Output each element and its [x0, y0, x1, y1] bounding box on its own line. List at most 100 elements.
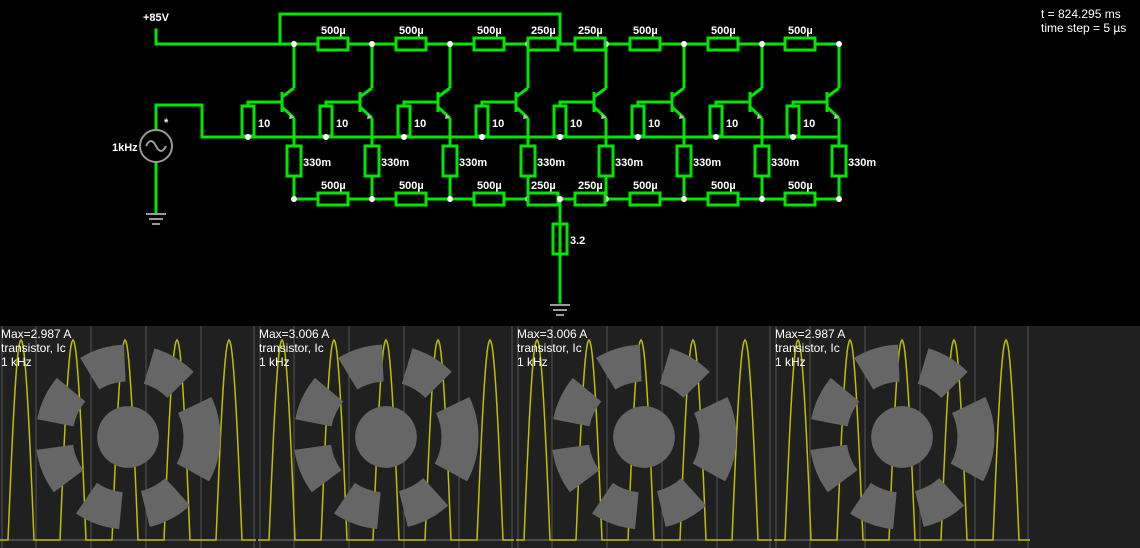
stage-8: 10 330m — [785, 41, 876, 202]
emitter-bus-resistor[interactable] — [706, 191, 740, 207]
gear-icon[interactable] — [516, 326, 772, 548]
scope-panel: Max=2.987 Atransistor, Ic 1 kHz Max=3.006 … — [0, 326, 1140, 548]
emitter-bus-resistor-label: 250µ — [578, 180, 603, 192]
node — [759, 196, 765, 202]
base-resistor[interactable] — [318, 104, 334, 138]
node — [713, 134, 719, 140]
emitter-bus-resistor[interactable] — [472, 191, 506, 207]
emitter-resistor-label: 330m — [381, 157, 409, 169]
base-resistor[interactable] — [552, 104, 568, 138]
emitter-resistor[interactable] — [519, 144, 537, 178]
transistor[interactable] — [670, 86, 686, 120]
transistor[interactable] — [592, 86, 608, 120]
transistor[interactable] — [436, 86, 452, 120]
base-resistor-label: 10 — [570, 118, 582, 130]
emitter-bus-resistor[interactable] — [573, 191, 607, 207]
collector-resistor-label: 250µ — [578, 25, 603, 37]
emitter-resistor[interactable] — [285, 144, 303, 178]
base-resistor-label: 10 — [414, 118, 426, 130]
node — [836, 196, 842, 202]
emitter-resistor[interactable] — [441, 144, 459, 178]
scope-2[interactable]: Max=3.006 Atransistor, Ic 1 kHz — [258, 326, 514, 548]
stage-1: 10 330m — [240, 41, 331, 202]
collector-resistor-label: 500µ — [711, 25, 736, 37]
transistor[interactable] — [825, 86, 841, 120]
node — [635, 134, 641, 140]
emitter-bus-resistor-label: 500µ — [399, 180, 424, 192]
emitter-bus-resistor-label: 500µ — [711, 180, 736, 192]
gear-icon[interactable] — [774, 326, 1030, 548]
collector-resistor[interactable] — [316, 36, 350, 52]
gear-icon[interactable] — [0, 326, 256, 548]
stage-3: 10 330m — [396, 41, 487, 202]
load-resistor-label: 3.2 — [570, 235, 585, 247]
emitter-resistor-label: 330m — [693, 157, 721, 169]
node — [369, 41, 375, 47]
collector-resistor-label: 500µ — [633, 25, 658, 37]
emitter-resistor-label: 330m — [459, 157, 487, 169]
scope-3[interactable]: Max=3.006 Atransistor, Ic 1 kHz — [516, 326, 772, 548]
emitter-bus-resistor[interactable] — [526, 191, 560, 207]
node — [323, 134, 329, 140]
circuit-canvas[interactable]: 10 330m 10 330m 10 330m 10 330m 10 330m 10 330m 10 33… — [0, 0, 1140, 326]
node — [401, 134, 407, 140]
emitter-resistor[interactable] — [675, 144, 693, 178]
node — [291, 41, 297, 47]
simulation-info: t = 824.295 ms time step = 5 µs — [1041, 7, 1126, 35]
node — [790, 134, 796, 140]
supply-label: +85V — [143, 12, 170, 24]
base-resistor[interactable] — [396, 104, 412, 138]
node — [447, 196, 453, 202]
emitter-resistor[interactable] — [830, 144, 848, 178]
gear-icon[interactable] — [258, 326, 514, 548]
transistor[interactable] — [358, 86, 374, 120]
emitter-bus-resistor[interactable] — [394, 191, 428, 207]
emitter-bus-resistor-label: 250µ — [531, 180, 556, 192]
collector-resistor[interactable] — [526, 36, 560, 52]
node — [681, 41, 687, 47]
base-resistor[interactable] — [708, 104, 724, 138]
scope-1[interactable]: Max=2.987 Atransistor, Ic 1 kHz — [0, 326, 256, 548]
collector-resistor-label: 500µ — [399, 25, 424, 37]
sim-timestep: time step = 5 µs — [1041, 21, 1127, 35]
transistor[interactable] — [748, 86, 764, 120]
transistor[interactable] — [514, 86, 530, 120]
load-resistor[interactable]: 3.2 — [551, 222, 585, 256]
emitter-resistor[interactable] — [597, 144, 615, 178]
emitter-resistor[interactable] — [753, 144, 771, 178]
sim-time: t = 824.295 ms — [1041, 7, 1121, 21]
emitter-bus-resistor[interactable] — [316, 191, 350, 207]
emitter-bus-resistor[interactable] — [783, 191, 817, 207]
emitter-resistor-label: 330m — [537, 157, 565, 169]
collector-resistor-label: 250µ — [531, 25, 556, 37]
stage-5: 10 330m — [552, 41, 643, 202]
collector-resistor[interactable] — [472, 36, 506, 52]
base-resistor-label: 10 — [726, 118, 738, 130]
base-resistor-label: 10 — [803, 118, 815, 130]
supply-wire — [154, 28, 296, 46]
collector-resistor[interactable] — [394, 36, 428, 52]
node — [557, 134, 563, 140]
emitter-bus-resistor-label: 500µ — [477, 180, 502, 192]
collector-resistor[interactable] — [706, 36, 740, 52]
transistor[interactable] — [280, 86, 296, 120]
base-resistor[interactable] — [474, 104, 490, 138]
ac-source[interactable] — [139, 129, 173, 163]
node — [369, 196, 375, 202]
base-resistor[interactable] — [240, 104, 256, 138]
node — [245, 134, 251, 140]
collector-resistor[interactable] — [573, 36, 607, 52]
base-resistor[interactable] — [785, 104, 801, 138]
emitter-resistor-label: 330m — [771, 157, 799, 169]
stage-6: 10 330m — [630, 41, 721, 202]
emitter-resistor[interactable] — [363, 144, 381, 178]
base-resistor[interactable] — [630, 104, 646, 138]
scope-4[interactable]: Max=2.987 Atransistor, Ic 1 kHz — [774, 326, 1030, 548]
emitter-bus-resistor[interactable] — [628, 191, 662, 207]
node — [479, 134, 485, 140]
stage-4: 10 330m — [474, 41, 565, 202]
ground-icon — [550, 304, 570, 316]
collector-resistor[interactable] — [783, 36, 817, 52]
emitter-bus-resistor-label: 500µ — [633, 180, 658, 192]
collector-resistor[interactable] — [628, 36, 662, 52]
